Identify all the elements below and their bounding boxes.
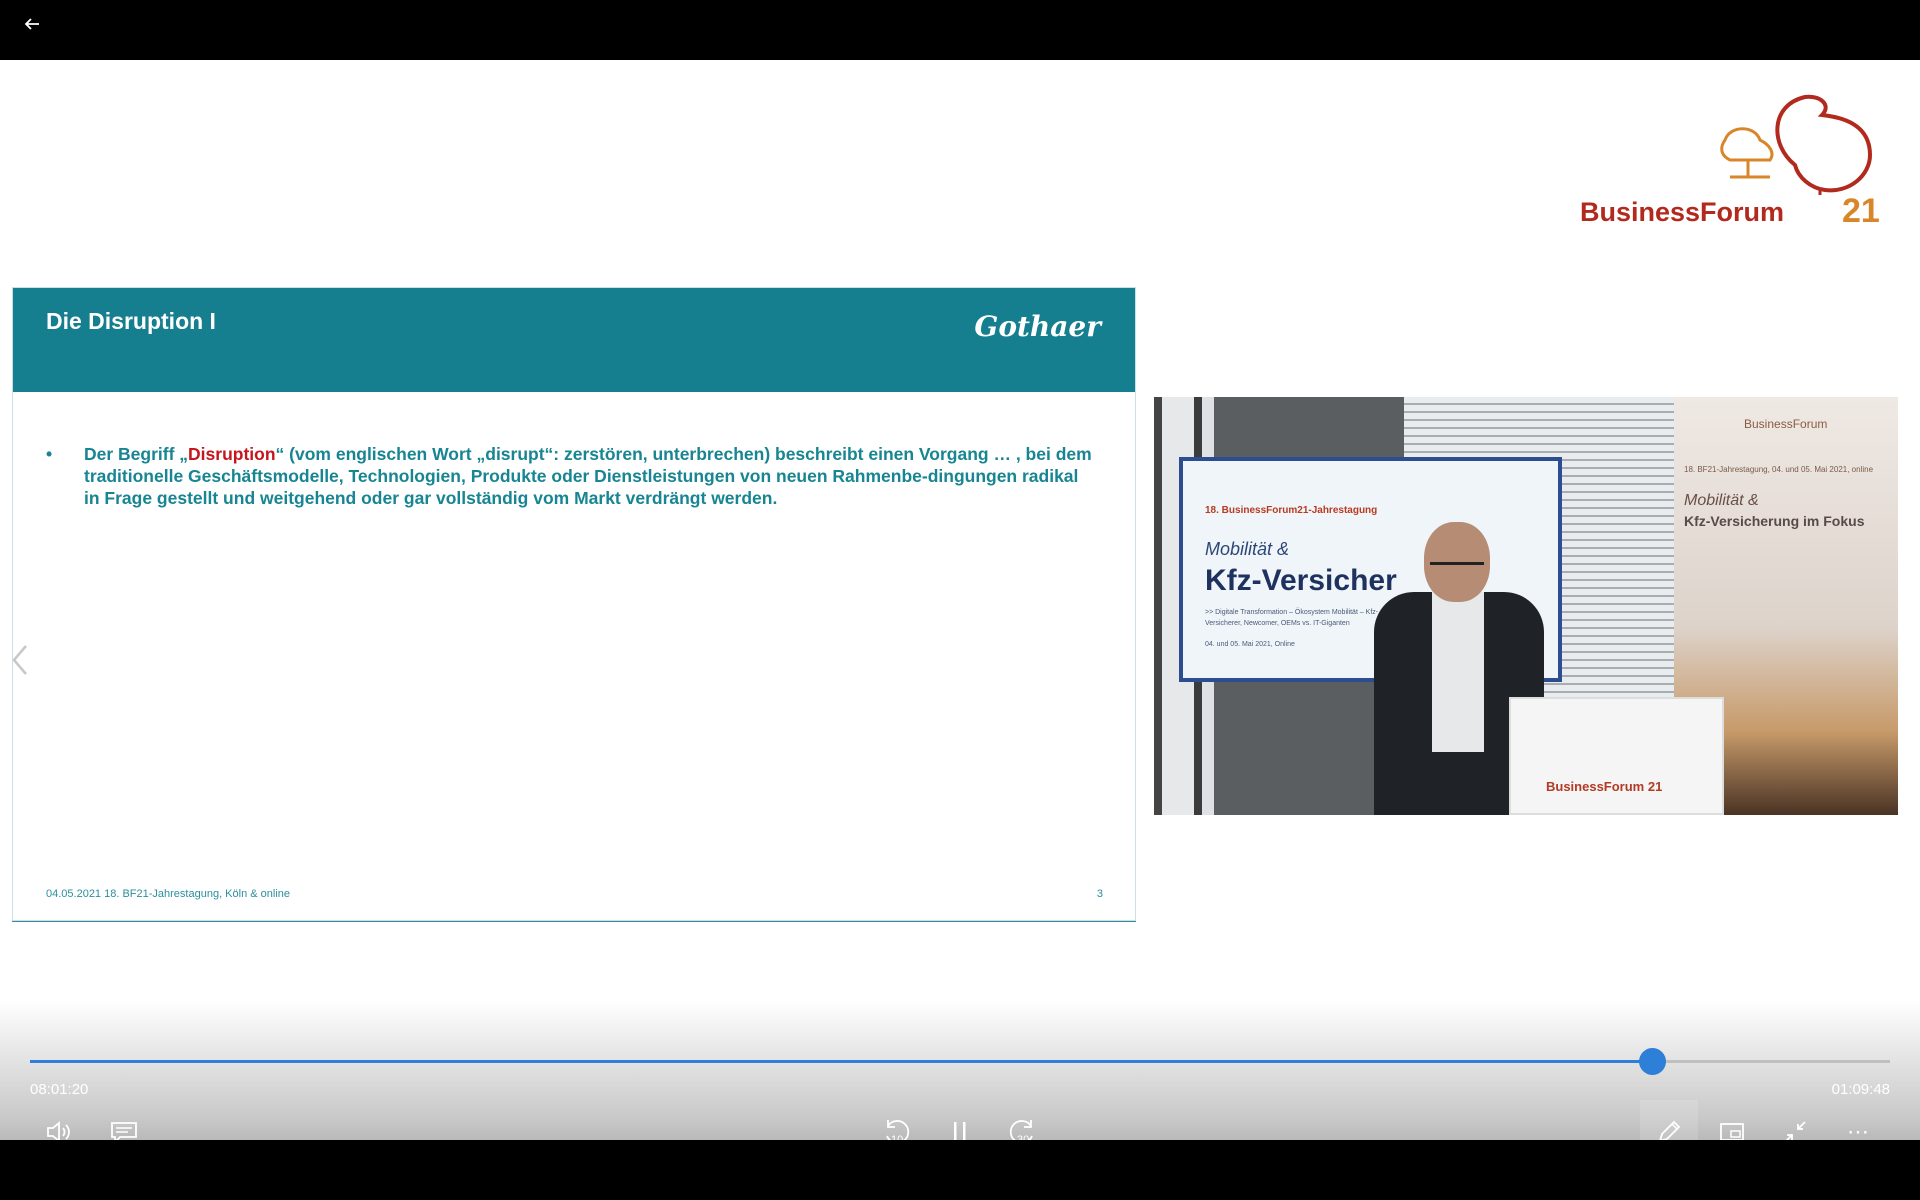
- chevron-left-icon: [12, 645, 27, 675]
- screen-line-4: >> Digitale Transformation – Ökosystem M…: [1205, 609, 1379, 627]
- businessforum-logo-number: 21: [1842, 192, 1880, 230]
- bottom-bar: [0, 1140, 1920, 1200]
- back-button[interactable]: [14, 6, 50, 42]
- slide-title: Die Disruption I: [46, 308, 216, 334]
- banner-line-2: Mobilität &: [1684, 492, 1759, 509]
- podium: BusinessForum 21: [1509, 697, 1724, 815]
- slide-body: • Der Begriff „Disruption“ (vom englisch…: [46, 443, 1096, 509]
- slide-header: Die Disruption I Gothaer: [13, 288, 1135, 392]
- top-bar: [0, 0, 1920, 60]
- slide-page-number: 3: [1096, 888, 1103, 900]
- seek-bar-thumb[interactable]: [1638, 1048, 1666, 1075]
- previous-button[interactable]: [8, 640, 32, 680]
- screen-line-5: 04. und 05. Mai 2021, Online: [1205, 641, 1295, 648]
- speaker-glasses: [1430, 552, 1484, 565]
- screen-line-1: 18. BusinessForum21-Jahrestagung: [1205, 505, 1378, 516]
- seek-bar-progress: [30, 1060, 1652, 1063]
- podium-logo-text: BusinessForum: [1546, 779, 1645, 794]
- presentation-slide: Die Disruption I Gothaer • Der Begriff „…: [12, 287, 1136, 921]
- screen-line-3: Kfz-Versicher: [1205, 564, 1397, 597]
- speaker-camera-feed: BusinessForum 18. BF21-Jahrestagung, 04.…: [1154, 397, 1898, 815]
- back-arrow-icon: [24, 18, 39, 30]
- seek-bar[interactable]: [30, 1048, 1890, 1075]
- bullet-text-start: Der Begriff „: [84, 444, 189, 464]
- slide-footer: 04.05.2021 18. BF21-Jahrestagung, Köln &…: [46, 888, 291, 900]
- chair-logo-icon: [1720, 94, 1873, 195]
- banner-line-1: 18. BF21-Jahrestagung, 04. und 05. Mai 2…: [1684, 465, 1874, 474]
- businessforum-logo-text: BusinessForum: [1580, 197, 1785, 227]
- banner-line-3: Kfz-Versicherung im Fokus: [1684, 513, 1865, 529]
- current-time: 08:01:20: [30, 1081, 89, 1098]
- highlight-term: Disruption: [188, 444, 276, 464]
- screen-line-2: Mobilität &: [1205, 539, 1290, 559]
- video-frame[interactable]: BusinessForum 21 Die Disruption I Gothae…: [0, 60, 1920, 1140]
- speaker-shirt: [1432, 592, 1484, 752]
- banner-logo: BusinessForum: [1744, 417, 1828, 431]
- total-time: 01:09:48: [1831, 1081, 1890, 1098]
- podium-logo: BusinessForum 21: [1546, 779, 1662, 794]
- gothaer-logo: Gothaer: [974, 310, 1101, 343]
- podium-logo-number: 21: [1647, 779, 1663, 794]
- businessforum-logo: BusinessForum 21: [1570, 85, 1900, 230]
- bullet-marker: •: [46, 444, 53, 464]
- bullet-text: Der Begriff „Disruption“ (vom englischen…: [84, 443, 1096, 509]
